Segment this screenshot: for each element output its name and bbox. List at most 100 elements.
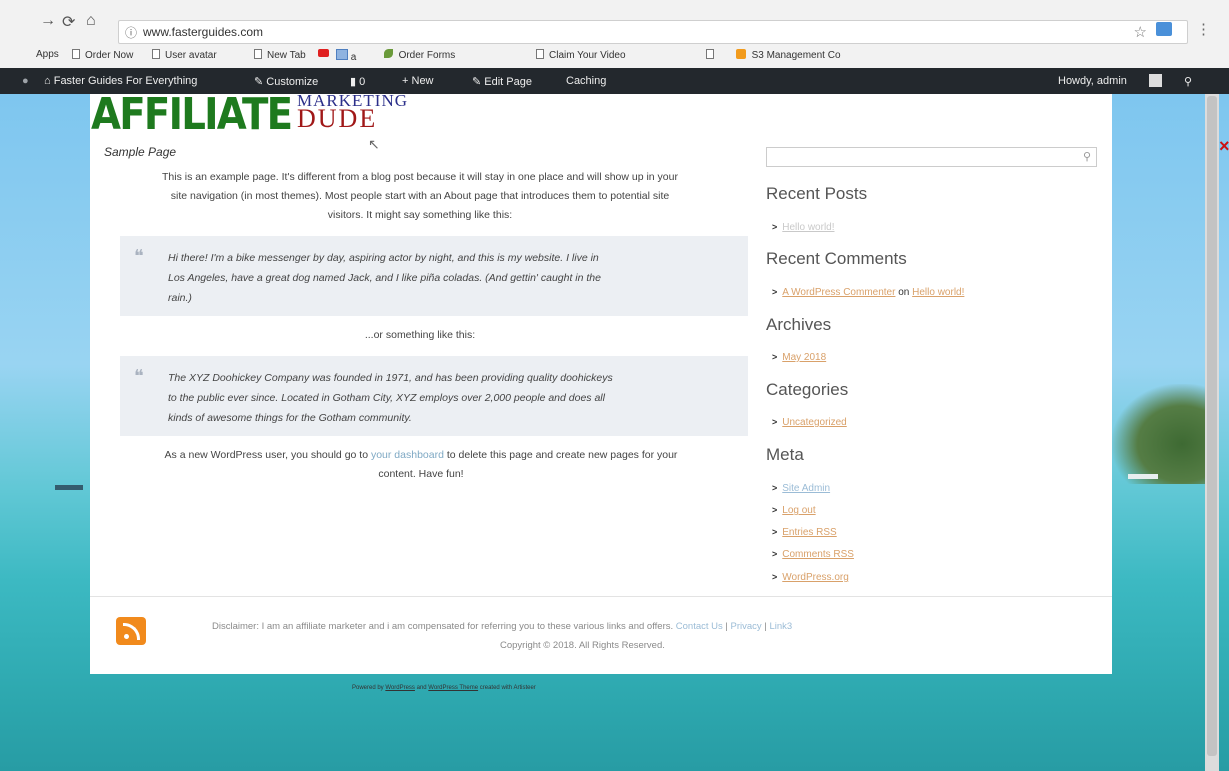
search-icon[interactable]: ⚲ [1083, 150, 1091, 163]
address-url[interactable]: www.fasterguides.com [143, 25, 263, 39]
youtube-icon [318, 49, 329, 57]
bookmarks-bar: Apps Order Now User avatar New Tab a Ord… [0, 44, 1229, 69]
reload-icon[interactable]: ⟳ [62, 12, 75, 32]
browser-menu-icon[interactable]: ⋮ [1196, 20, 1211, 38]
page-icon [536, 49, 544, 59]
powered-text: Powered by [352, 685, 386, 691]
close-icon[interactable]: × [1219, 136, 1229, 157]
bookmark-favicon [336, 49, 348, 60]
list-item: > May 2018 [772, 352, 826, 363]
caching-link[interactable]: Caching [566, 75, 606, 87]
edit-page-link[interactable]: ✎ Edit Page [472, 75, 532, 88]
list-item: > WordPress.org [772, 572, 849, 583]
howdy-account[interactable]: Howdy, admin [1058, 75, 1127, 87]
avatar[interactable] [1149, 74, 1162, 87]
rss-icon[interactable] [116, 617, 146, 645]
meta-title: Meta [766, 445, 804, 464]
wordpress-link[interactable]: WordPress [385, 685, 415, 691]
wordpress-org-link[interactable]: WordPress.org [782, 572, 849, 583]
outro-line: As a new WordPress user, you should go t… [90, 446, 752, 465]
bookmark-apps[interactable]: Apps [36, 49, 59, 60]
bookmark-user-avatar[interactable]: User avatar [152, 49, 217, 61]
page-container: AFFILIATE MARKETING DUDE ↖ Sample Page T… [90, 90, 1112, 674]
blockquote: ❝ Hi there! I'm a bike messenger by day,… [120, 236, 748, 316]
archive-link[interactable]: May 2018 [782, 352, 826, 363]
contact-us-link[interactable]: Contact Us [676, 621, 723, 632]
site-admin-link[interactable]: Site Admin [782, 483, 830, 494]
new-content-link[interactable]: + New [402, 75, 434, 87]
quote-icon: ❝ [134, 246, 144, 266]
comment-icon: ▮ [350, 76, 357, 88]
recent-comments-title: Recent Comments [766, 249, 907, 268]
home-icon[interactable]: ⌂ [86, 12, 96, 30]
entries-rss-link[interactable]: Entries RSS [782, 527, 836, 538]
bookmark-claim-video[interactable]: Claim Your Video [536, 49, 626, 61]
wp-logo-icon[interactable]: ● [22, 75, 29, 87]
bookmark-page[interactable] [706, 49, 719, 61]
disclaimer-text: Disclaimer: I am an affiliate marketer a… [212, 621, 674, 632]
quote-line: The XYZ Doohickey Company was founded in… [168, 372, 613, 384]
brush-icon: ✎ [254, 76, 264, 88]
category-link[interactable]: Uncategorized [782, 417, 846, 428]
list-item: > A WordPress Commenter on Hello world! [772, 287, 964, 298]
comments-rss-link[interactable]: Comments RSS [782, 549, 854, 560]
boat-image [55, 485, 83, 490]
outro-text: to delete this page and create new pages… [443, 449, 678, 461]
chevron-right-icon: > [772, 417, 778, 427]
categories-title: Categories [766, 380, 849, 399]
quote-line: Hi there! I'm a bike messenger by day, a… [168, 252, 599, 264]
list-item: > Site Admin [772, 483, 830, 494]
dashboard-link[interactable]: your dashboard [371, 449, 444, 461]
site-name-link[interactable]: ⌂ Faster Guides For Everything [44, 75, 197, 87]
page-icon [254, 49, 262, 59]
mouse-cursor-icon: ↖ [368, 136, 380, 152]
quote-line: to the public ever since. Located in Got… [168, 392, 605, 404]
quote-line: rain.) [168, 292, 192, 304]
aws-icon [736, 49, 746, 59]
leaf-icon [384, 49, 393, 58]
bookmark-a[interactable]: a [336, 49, 356, 63]
pencil-icon: ✎ [472, 76, 482, 88]
info-icon[interactable]: ⓘ [125, 24, 137, 41]
bookmark-s3[interactable]: S3 Management Co [736, 49, 841, 61]
customize-link[interactable]: ✎ Customize [254, 75, 318, 88]
scrollbar-thumb[interactable] [1207, 96, 1217, 756]
bookmark-youtube[interactable] [318, 49, 329, 60]
quote-line: Los Angeles, have a great dog named Jack… [168, 272, 601, 284]
extension-icon[interactable] [1156, 22, 1172, 36]
recent-post-link[interactable]: Hello world! [782, 222, 834, 233]
log-out-link[interactable]: Log out [782, 505, 815, 516]
between-text: ...or something like this: [364, 329, 476, 341]
island-image [1112, 384, 1212, 484]
list-item: > Comments RSS [772, 549, 854, 560]
chevron-right-icon: > [772, 352, 778, 362]
browser-toolbar: → ⟳ ⌂ ⓘ www.fasterguides.com ☆ ⋮ [0, 0, 1229, 44]
outro-line: content. Have fun! [378, 468, 464, 480]
bookmark-order-now[interactable]: Order Now [72, 49, 133, 61]
address-bar[interactable]: ⓘ www.fasterguides.com ☆ [118, 20, 1188, 44]
privacy-link[interactable]: Privacy [731, 621, 762, 632]
search-icon[interactable]: ⚲ [1184, 75, 1192, 88]
outro-text: As a new WordPress user, you should go t… [164, 449, 371, 461]
comment-post-link[interactable]: Hello world! [912, 287, 964, 298]
bookmark-new-tab[interactable]: New Tab [254, 49, 306, 61]
search-input[interactable]: ⚲ [766, 147, 1097, 167]
comment-author-link[interactable]: A WordPress Commenter [782, 287, 895, 298]
list-item: > Uncategorized [772, 417, 847, 428]
blockquote: ❝ The XYZ Doohickey Company was founded … [120, 356, 748, 436]
link3-link[interactable]: Link3 [769, 621, 792, 632]
intro-line: site navigation (in most themes). Most p… [170, 190, 670, 202]
star-icon[interactable]: ☆ [1134, 23, 1147, 41]
quote-line: kinds of awesome things for the Gotham c… [168, 412, 412, 424]
footer-disclaimer: Disclaimer: I am an affiliate marketer a… [212, 621, 793, 632]
chevron-right-icon: > [772, 505, 778, 515]
copyright: Copyright © 2018. All Rights Reserved. [500, 640, 665, 651]
page-icon [72, 49, 80, 59]
forward-icon[interactable]: → [40, 12, 56, 30]
logo-affiliate: AFFILIATE [91, 89, 293, 140]
quote-icon: ❝ [134, 366, 144, 386]
bookmark-order-forms[interactable]: Order Forms [384, 49, 455, 61]
comments-link[interactable]: ▮ 0 [350, 75, 365, 88]
wordpress-theme-link[interactable]: WordPress Theme [428, 685, 478, 691]
chevron-right-icon: > [772, 572, 778, 582]
